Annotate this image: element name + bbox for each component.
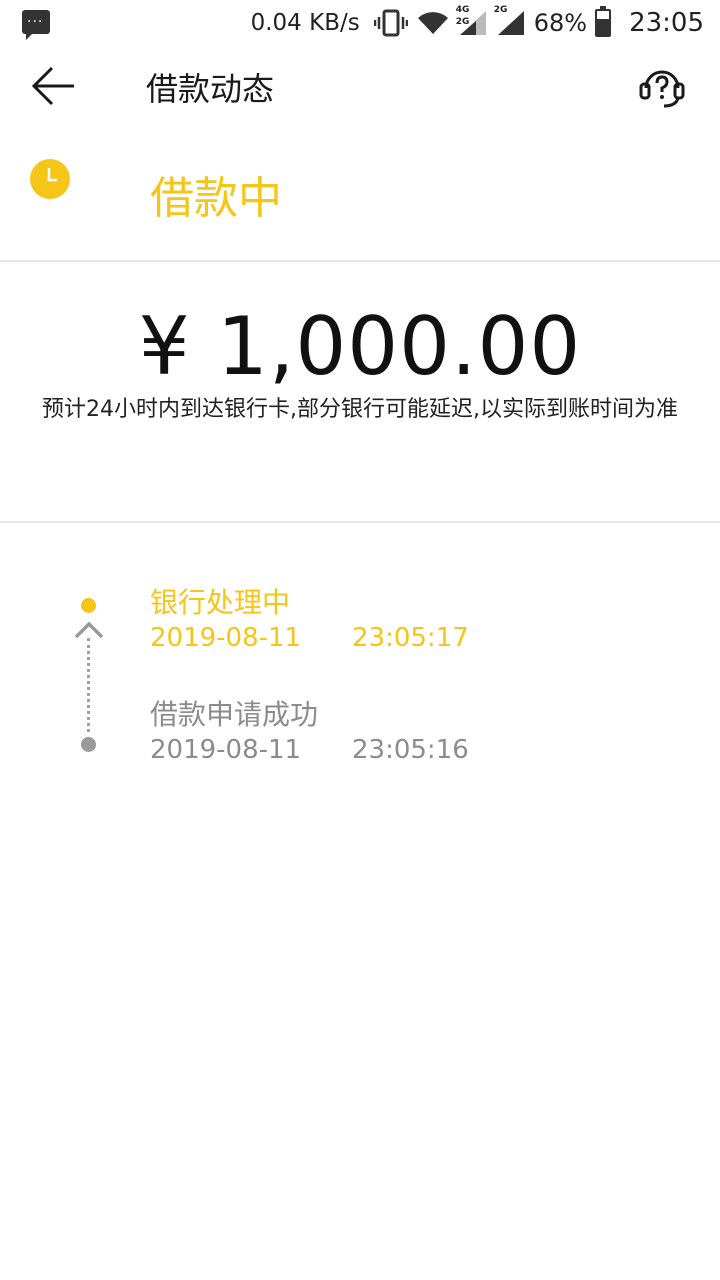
page-title: 借款动态	[146, 70, 275, 108]
network-speed: 0.04 KB/s	[250, 10, 360, 36]
status-bar: ··· 0.04 KB/s 4G 2G 2G 68% 23:05	[0, 0, 720, 50]
timeline-dot-active	[81, 598, 96, 613]
signal-4g-icon: 4G 2G	[455, 5, 488, 37]
timeline-item: 银行处理中 2019-08-11 23:05:17	[150, 586, 469, 654]
loan-status-text: 借款中	[150, 173, 282, 224]
timeline-label: 银行处理中	[150, 586, 291, 619]
arrival-note: 预计24小时内到达银行卡,部分银行可能延迟,以实际到账时间为准	[42, 397, 678, 422]
divider	[0, 521, 720, 523]
progress-timeline: 银行处理中 2019-08-11 23:05:17 借款申请成功 2019-08…	[0, 580, 720, 780]
page: ··· 0.04 KB/s 4G 2G 2G 68% 23:05 借款动态 借款…	[0, 0, 720, 1280]
signal-2g-icon: 2G	[494, 5, 526, 37]
header: 借款动态	[0, 50, 720, 122]
chevron-up-icon	[74, 621, 104, 639]
timeline-dot	[81, 737, 96, 752]
help-headset-icon	[639, 70, 685, 108]
clock: 23:05	[629, 8, 704, 38]
wifi-icon	[416, 10, 450, 36]
clock-icon	[30, 159, 70, 199]
loan-status-section: 借款中	[0, 122, 720, 260]
timeline-time: 23:05:16	[352, 735, 469, 765]
loan-amount: ¥ 1,000.00	[138, 300, 582, 393]
timeline-connector	[87, 638, 90, 732]
timeline-time: 23:05:17	[352, 623, 469, 653]
battery-icon	[595, 6, 612, 37]
timeline-date: 2019-08-11	[150, 623, 302, 653]
network-type-label: 2G	[493, 5, 508, 15]
network-type-label: 2G	[455, 17, 470, 27]
back-arrow-icon	[31, 66, 74, 106]
vibrate-icon	[373, 9, 408, 37]
network-type-label: 4G	[455, 5, 470, 15]
timeline-item: 借款申请成功 2019-08-11 23:05:16	[150, 698, 469, 766]
back-button[interactable]	[28, 62, 80, 110]
timeline-date: 2019-08-11	[150, 735, 302, 765]
message-notification-icon: ···	[22, 10, 50, 40]
timeline-label: 借款申请成功	[150, 698, 319, 731]
battery-percent: 68%	[533, 9, 588, 37]
customer-service-button[interactable]	[636, 62, 688, 110]
divider	[0, 260, 720, 262]
